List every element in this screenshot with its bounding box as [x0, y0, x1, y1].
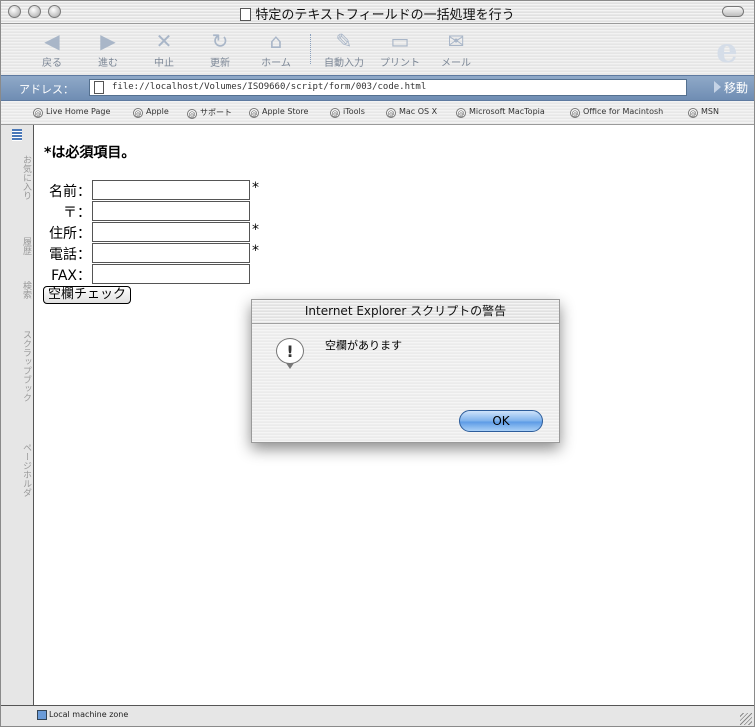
zone-icon: [37, 710, 47, 720]
favorite-mac-os-x[interactable]: @ Mac OS X: [386, 107, 437, 118]
favorite-office-for-macintosh[interactable]: @ Office for Macintosh: [570, 107, 663, 118]
refresh-icon: ↻: [211, 29, 229, 53]
at-icon: @: [133, 108, 143, 118]
explorer-bar-toggle-icon[interactable]: [12, 129, 22, 141]
at-icon: @: [249, 108, 259, 118]
address-field[interactable]: [92, 222, 250, 242]
script-alert-dialog: Internet Explorer スクリプトの警告 ! 空欄があります OK: [251, 299, 560, 443]
security-zone-label: Local machine zone: [49, 710, 129, 719]
explorer-bar-tabs: お気に入り 履歴 検索 スクラップブック ページホルダ: [1, 125, 34, 705]
caution-icon: !: [276, 338, 304, 369]
document-icon: [240, 8, 252, 21]
required-mark: *: [252, 243, 259, 259]
at-icon: @: [386, 108, 396, 118]
print-button[interactable]: ▭ プリント: [375, 29, 425, 69]
fax-field[interactable]: [92, 264, 250, 284]
autofill-pen-icon: ✎: [335, 29, 353, 53]
field-label: 住所：: [49, 226, 91, 242]
at-icon: @: [570, 108, 580, 118]
resize-grip-icon[interactable]: [740, 713, 752, 725]
field-label: 〒：: [63, 205, 91, 221]
home-button[interactable]: ⌂ ホーム: [251, 29, 301, 69]
refresh-button[interactable]: ↻ 更新: [195, 29, 245, 69]
back-arrow-icon: ◀: [44, 29, 60, 53]
postal-code-field[interactable]: [92, 201, 250, 221]
mail-envelope-icon: ✉: [447, 29, 465, 53]
favorite-itools[interactable]: @ iTools: [330, 107, 365, 118]
favorite-msn[interactable]: @ MSN: [688, 107, 719, 118]
browser-window: 特定のテキストフィールドの一括処理を行う ◀ 戻る ▶ 進む ✕ 中止 ↻ 更新…: [0, 0, 755, 727]
dialog-title: Internet Explorer スクリプトの警告: [252, 300, 559, 324]
ie-logo-icon: e: [716, 31, 738, 71]
at-icon: @: [187, 109, 197, 119]
favorite-support[interactable]: @ サポート: [187, 107, 232, 119]
go-arrow-icon: [713, 81, 721, 93]
ok-button[interactable]: OK: [459, 410, 543, 432]
tab-scrapbook[interactable]: スクラップブック: [1, 330, 33, 440]
tab-favorites[interactable]: お気に入り: [1, 155, 33, 235]
window-title: 特定のテキストフィールドの一括処理を行う: [1, 4, 754, 23]
mail-button[interactable]: ✉ メール: [431, 29, 481, 69]
stop-button[interactable]: ✕ 中止: [139, 29, 189, 69]
required-mark: *: [252, 180, 259, 196]
at-icon: @: [456, 108, 466, 118]
address-field[interactable]: file://localhost/Volumes/ISO9660/script/…: [89, 79, 687, 96]
forward-arrow-icon: ▶: [100, 29, 116, 53]
title-bar[interactable]: 特定のテキストフィールドの一括処理を行う: [1, 1, 754, 24]
page-heading: *は必須項目。: [44, 145, 136, 161]
favorite-apple-store[interactable]: @ Apple Store: [249, 107, 308, 118]
address-url: file://localhost/Volumes/ISO9660/script/…: [112, 82, 427, 92]
toolbar: ◀ 戻る ▶ 進む ✕ 中止 ↻ 更新 ⌂ ホーム ✎ 自動入力 ▭ プリント …: [1, 24, 754, 74]
autofill-button[interactable]: ✎ 自動入力: [319, 29, 369, 69]
forward-button[interactable]: ▶ 進む: [83, 29, 133, 69]
printer-icon: ▭: [390, 29, 410, 53]
tab-search[interactable]: 検索: [1, 281, 33, 321]
dialog-message: 空欄があります: [325, 339, 402, 352]
at-icon: @: [33, 108, 43, 118]
favorites-bar: @ Live Home Page @ Apple @ サポート @ Apple Stor…: [1, 101, 754, 125]
page-document-icon: [94, 81, 104, 94]
required-mark: *: [252, 222, 259, 238]
go-button[interactable]: 移動: [713, 79, 748, 96]
phone-field[interactable]: [92, 243, 250, 263]
address-bar: アドレス： file://localhost/Volumes/ISO9660/s…: [1, 75, 754, 101]
status-bar: Local machine zone: [1, 705, 754, 726]
toolbar-separator: [310, 34, 311, 64]
home-icon: ⌂: [269, 29, 283, 53]
at-icon: @: [688, 108, 698, 118]
toolbar-toggle-button[interactable]: [722, 6, 744, 17]
back-button[interactable]: ◀ 戻る: [27, 29, 77, 69]
favorite-microsoft-mactopia[interactable]: @ Microsoft MacTopia: [456, 107, 545, 118]
field-label: 電話：: [49, 247, 91, 263]
at-icon: @: [330, 108, 340, 118]
stop-x-icon: ✕: [155, 29, 173, 53]
tab-page-holder[interactable]: ページホルダ: [1, 443, 33, 523]
address-label: アドレス：: [19, 83, 74, 96]
name-field[interactable]: [92, 180, 250, 200]
field-label: 名前：: [49, 184, 91, 200]
tab-history[interactable]: 履歴: [1, 237, 33, 277]
favorite-live-home-page[interactable]: @ Live Home Page: [33, 107, 110, 118]
field-label: FAX：: [51, 268, 91, 284]
blank-check-button[interactable]: 空欄チェック: [43, 286, 132, 304]
favorite-apple[interactable]: @ Apple: [133, 107, 169, 118]
